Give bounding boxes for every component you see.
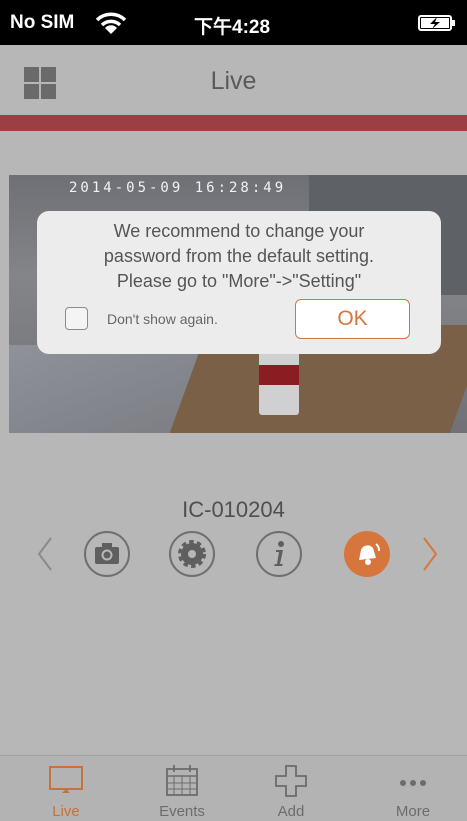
- status-bar: No SIM 下午4:28: [0, 0, 467, 45]
- dialog-message-line: We recommend to change your: [113, 221, 365, 241]
- tab-events[interactable]: Events: [132, 756, 232, 821]
- dialog-message-line: password from the default setting.: [103, 246, 375, 266]
- ok-button[interactable]: OK: [295, 299, 410, 339]
- device-name: IC-010204: [182, 497, 285, 522]
- chevron-right-icon[interactable]: [420, 535, 440, 573]
- snapshot-camera-icon[interactable]: [83, 530, 131, 578]
- tab-label: Add: [277, 803, 305, 820]
- tab-add[interactable]: Add: [241, 756, 341, 821]
- dialog-message: We recommend to change your password fro…: [37, 219, 441, 294]
- tab-label: More: [395, 803, 431, 820]
- chevron-left-icon[interactable]: [35, 535, 55, 573]
- plus-icon: [275, 765, 307, 797]
- battery-charging-icon: [418, 15, 455, 31]
- page-title: Live: [210, 67, 257, 95]
- tab-label: Events: [159, 803, 205, 820]
- tab-live[interactable]: Live: [16, 756, 116, 821]
- video-timestamp: 2014-05-09 16:28:49: [69, 180, 287, 196]
- calendar-icon: [166, 765, 198, 796]
- nav-bar: Live: [0, 45, 467, 115]
- clock-label: 下午4:28: [194, 17, 271, 38]
- carrier-label: No SIM: [10, 12, 75, 33]
- alarm-bell-icon[interactable]: [343, 530, 391, 578]
- password-warning-dialog: We recommend to change your password fro…: [37, 211, 441, 354]
- info-icon[interactable]: [255, 530, 303, 578]
- dialog-message-line: Please go to "More"->"Setting": [116, 271, 362, 291]
- monitor-icon: [49, 766, 83, 793]
- settings-gear-icon[interactable]: [168, 530, 216, 578]
- tab-bar: Live Events Add More: [0, 755, 467, 821]
- dont-show-again-checkbox[interactable]: [65, 307, 88, 330]
- more-dots-icon: [400, 780, 426, 786]
- tab-more[interactable]: More: [363, 756, 463, 821]
- accent-divider: [0, 115, 467, 131]
- tab-label: Live: [52, 803, 80, 820]
- dont-show-again-label[interactable]: Don't show again.: [107, 311, 218, 327]
- video-scene-cup: [259, 345, 299, 415]
- wifi-icon: [95, 12, 127, 34]
